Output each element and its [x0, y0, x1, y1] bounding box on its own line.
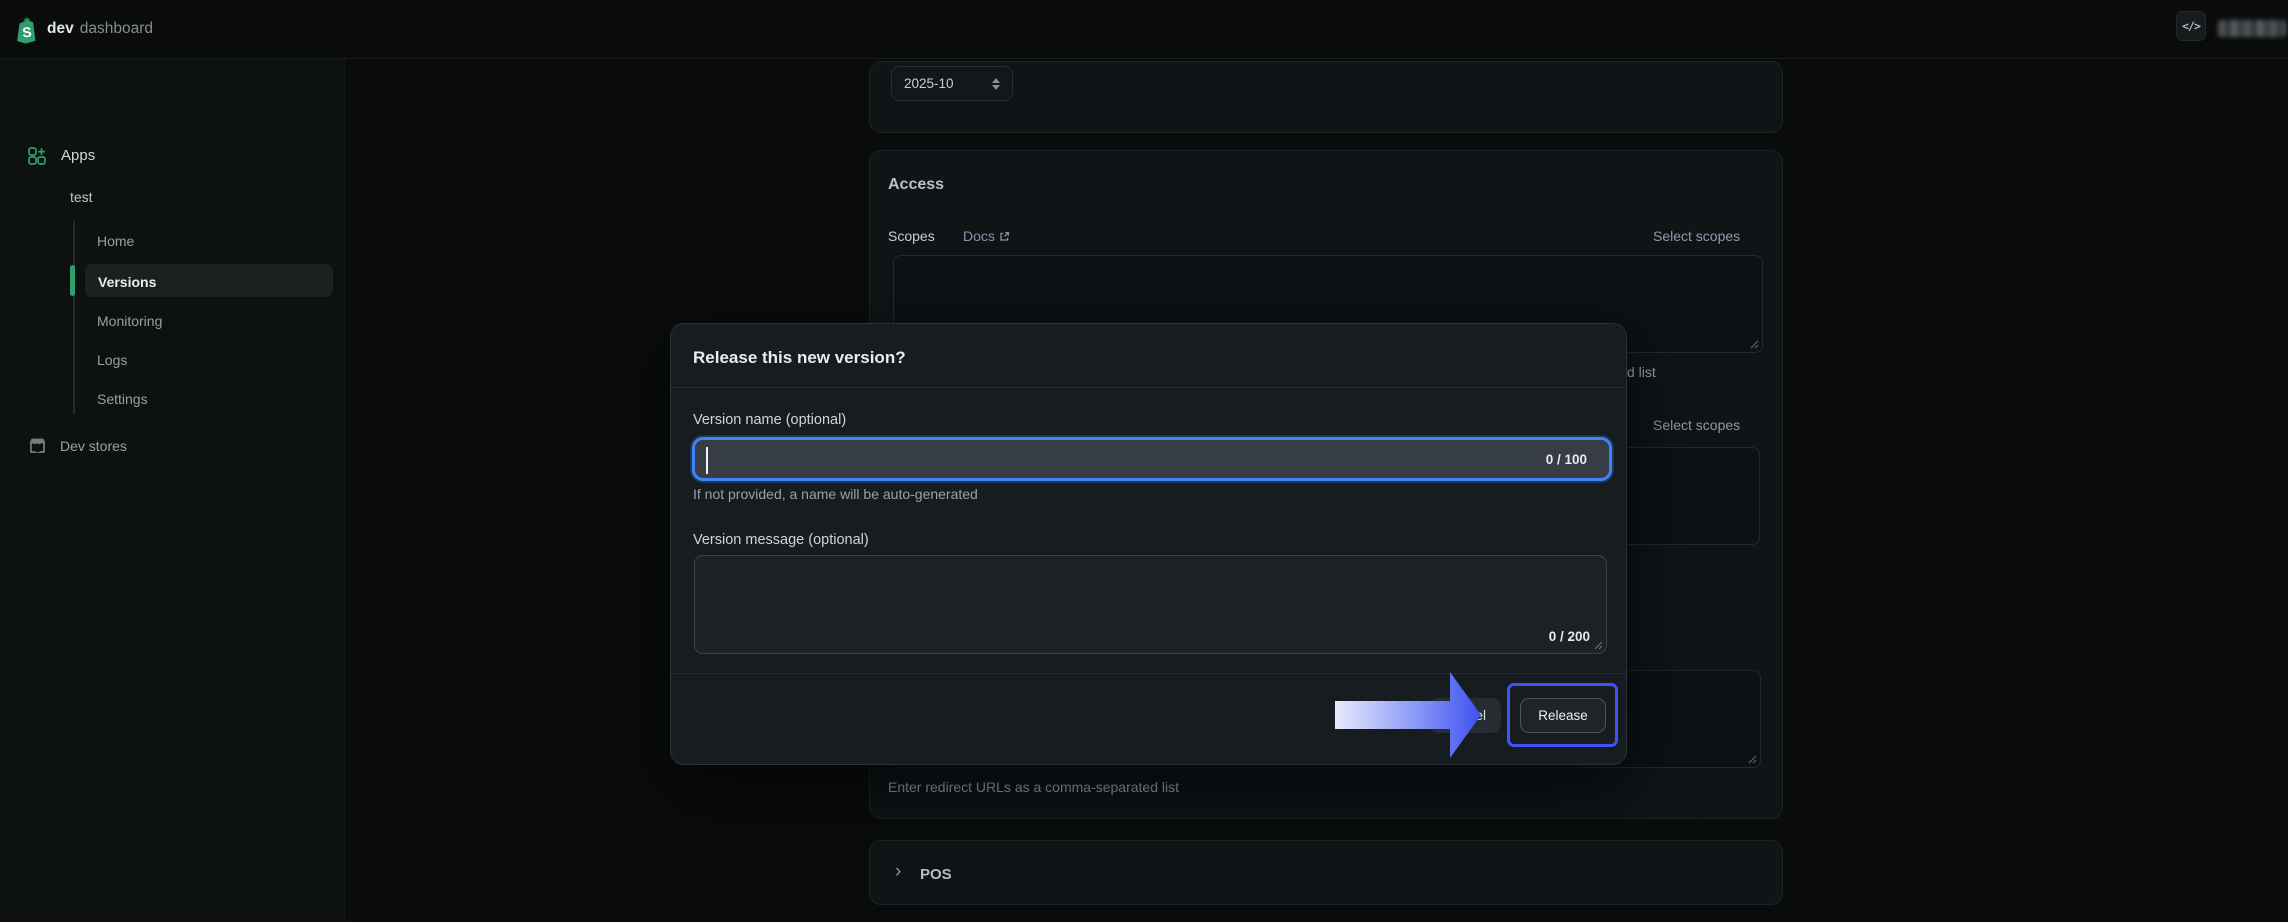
- scopes-helper-truncated: d list: [1627, 364, 1656, 380]
- pos-card-title[interactable]: POS: [920, 866, 952, 883]
- sidebar-tree-line: [73, 221, 75, 414]
- modal-header-divider: [671, 387, 1626, 388]
- sidebar-item-versions-label[interactable]: Versions: [98, 274, 156, 290]
- version-dropdown[interactable]: 2025-10: [891, 66, 1013, 101]
- version-message-textarea[interactable]: 0 / 200: [694, 555, 1607, 654]
- scopes-label: Scopes: [888, 228, 935, 244]
- name-char-counter: 0 / 100: [1546, 452, 1587, 467]
- text-caret: [706, 447, 708, 474]
- access-card-title: Access: [888, 176, 944, 194]
- code-icon: </>: [2182, 19, 2200, 33]
- select-scopes-button-2[interactable]: Select scopes: [1653, 417, 1740, 433]
- version-message-label: Version message (optional): [693, 532, 869, 548]
- redacted-account-name[interactable]: [2218, 20, 2286, 37]
- sidebar-item-apps[interactable]: Apps: [61, 147, 95, 164]
- modal-title: Release this new version?: [693, 348, 906, 368]
- docs-link[interactable]: Docs: [963, 228, 1010, 244]
- select-scopes-button-1[interactable]: Select scopes: [1653, 228, 1740, 244]
- annotation-arrow-icon: [1335, 672, 1481, 758]
- version-name-label: Version name (optional): [693, 412, 846, 428]
- sidebar-item-home[interactable]: Home: [97, 233, 134, 249]
- app-title: dev dashboard: [47, 20, 153, 38]
- svg-text:S: S: [22, 24, 32, 41]
- redirect-urls-helper: Enter redirect URLs as a comma-separated…: [888, 779, 1179, 795]
- version-name-input[interactable]: 0 / 100: [692, 437, 1612, 481]
- shopify-logo-icon: S: [13, 16, 41, 44]
- apps-icon: [28, 147, 46, 165]
- resize-handle-icon[interactable]: [1746, 753, 1757, 764]
- store-icon: [28, 436, 47, 454]
- pos-card[interactable]: [869, 840, 1783, 905]
- app-title-light: dashboard: [80, 20, 153, 38]
- app-title-bold: dev: [47, 20, 74, 38]
- message-char-counter: 0 / 200: [1549, 629, 1590, 644]
- annotation-highlight-box: [1507, 683, 1618, 747]
- active-indicator-bar: [70, 265, 75, 296]
- version-dropdown-value: 2025-10: [904, 76, 992, 91]
- resize-handle-icon[interactable]: [1592, 639, 1603, 650]
- resize-handle-icon[interactable]: [1748, 338, 1759, 349]
- chevron-updown-icon: [992, 78, 1000, 90]
- sidebar: Apps test Home Versions Monitoring Logs …: [0, 59, 345, 922]
- external-link-icon: [999, 231, 1010, 242]
- top-header-bar: S dev dashboard </>: [0, 0, 2288, 59]
- code-button[interactable]: </>: [2176, 11, 2206, 41]
- chevron-right-icon[interactable]: ›: [895, 864, 901, 880]
- sidebar-item-monitoring[interactable]: Monitoring: [97, 313, 162, 329]
- sidebar-item-logs[interactable]: Logs: [97, 352, 127, 368]
- modal-footer-divider: [671, 673, 1626, 674]
- sidebar-item-settings[interactable]: Settings: [97, 391, 148, 407]
- version-name-helper: If not provided, a name will be auto-gen…: [693, 486, 978, 502]
- sidebar-item-dev-stores[interactable]: Dev stores: [60, 438, 127, 454]
- docs-link-label: Docs: [963, 228, 995, 244]
- release-version-modal: Release this new version? Version name (…: [670, 323, 1627, 765]
- sidebar-app-name[interactable]: test: [70, 189, 93, 205]
